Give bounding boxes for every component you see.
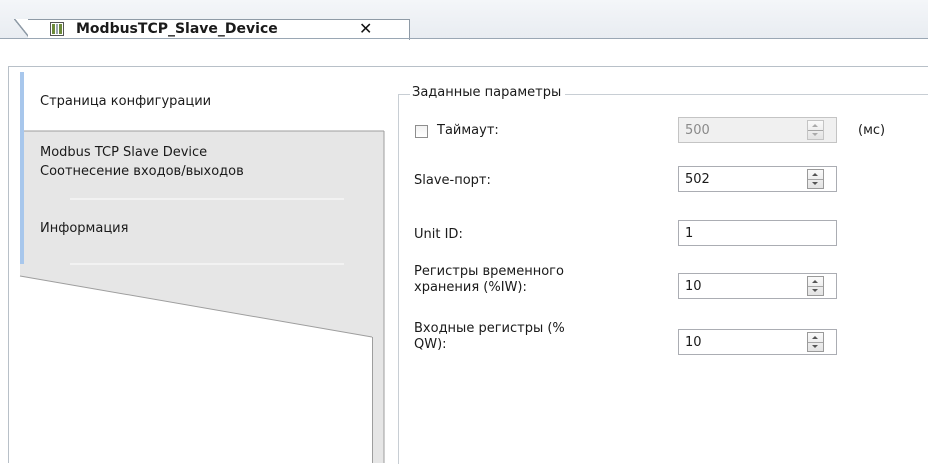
holding-registers-label-line2: хранения (%IW):	[414, 280, 527, 295]
slave-port-spinbox[interactable]	[678, 166, 837, 192]
spin-up-icon	[812, 336, 818, 339]
spin-down-icon	[812, 182, 818, 185]
nav-accent-io	[20, 131, 24, 199]
input-registers-label-line1: Входные регистры (%	[414, 321, 565, 336]
timeout-input[interactable]	[685, 122, 797, 138]
nav-item-label: Страница конфигурации	[40, 94, 212, 109]
timeout-checkbox[interactable]	[415, 125, 428, 138]
input-registers-input[interactable]	[685, 334, 797, 350]
spin-down-icon	[812, 345, 818, 348]
slave-port-input[interactable]	[685, 171, 797, 187]
holding-registers-label: Регистры временного хранения (%IW):	[414, 264, 564, 296]
timeout-label: Таймаут:	[437, 123, 499, 138]
nav-item-information[interactable]: Информация	[40, 219, 128, 238]
timeout-spinbox[interactable]	[678, 117, 837, 143]
input-registers-label: Входные регистры (% QW):	[414, 321, 565, 353]
timeout-unit: (мс)	[858, 123, 886, 138]
nav-item-label-line2: Соотнесение входов/выходов	[40, 164, 244, 179]
input-registers-spinbox[interactable]	[678, 329, 837, 355]
unit-id-field[interactable]	[678, 220, 837, 246]
holding-registers-input[interactable]	[685, 278, 797, 294]
nav-accent-info	[20, 199, 24, 264]
spin-down-icon	[812, 133, 818, 136]
holding-registers-spin-buttons[interactable]	[807, 276, 824, 296]
input-registers-spin-buttons[interactable]	[807, 332, 824, 352]
config-nav: Страница конфигурации Modbus TCP Slave D…	[0, 0, 400, 463]
spin-up-icon	[812, 124, 818, 127]
slave-port-spin-buttons[interactable]	[807, 169, 824, 189]
spin-down-icon	[812, 289, 818, 292]
timeout-spin-buttons[interactable]	[807, 120, 824, 140]
nav-item-configuration-page[interactable]: Страница конфигурации	[40, 92, 211, 111]
nav-accent-active	[20, 72, 24, 131]
unit-id-label: Unit ID:	[414, 227, 463, 242]
spin-up-icon	[812, 280, 818, 283]
holding-registers-spinbox[interactable]	[678, 273, 837, 299]
slave-port-label: Slave-порт:	[414, 173, 491, 188]
input-registers-label-line2: QW):	[414, 337, 447, 352]
nav-item-label: Информация	[40, 221, 129, 236]
nav-item-io-mapping[interactable]: Modbus TCP Slave Device Соотнесение вход…	[40, 143, 244, 181]
unit-id-input[interactable]	[685, 225, 797, 241]
nav-item-label-line1: Modbus TCP Slave Device	[40, 145, 208, 160]
parameters-group-title: Заданные параметры	[410, 85, 566, 100]
holding-registers-label-line1: Регистры временного	[414, 264, 564, 279]
spin-up-icon	[812, 173, 818, 176]
